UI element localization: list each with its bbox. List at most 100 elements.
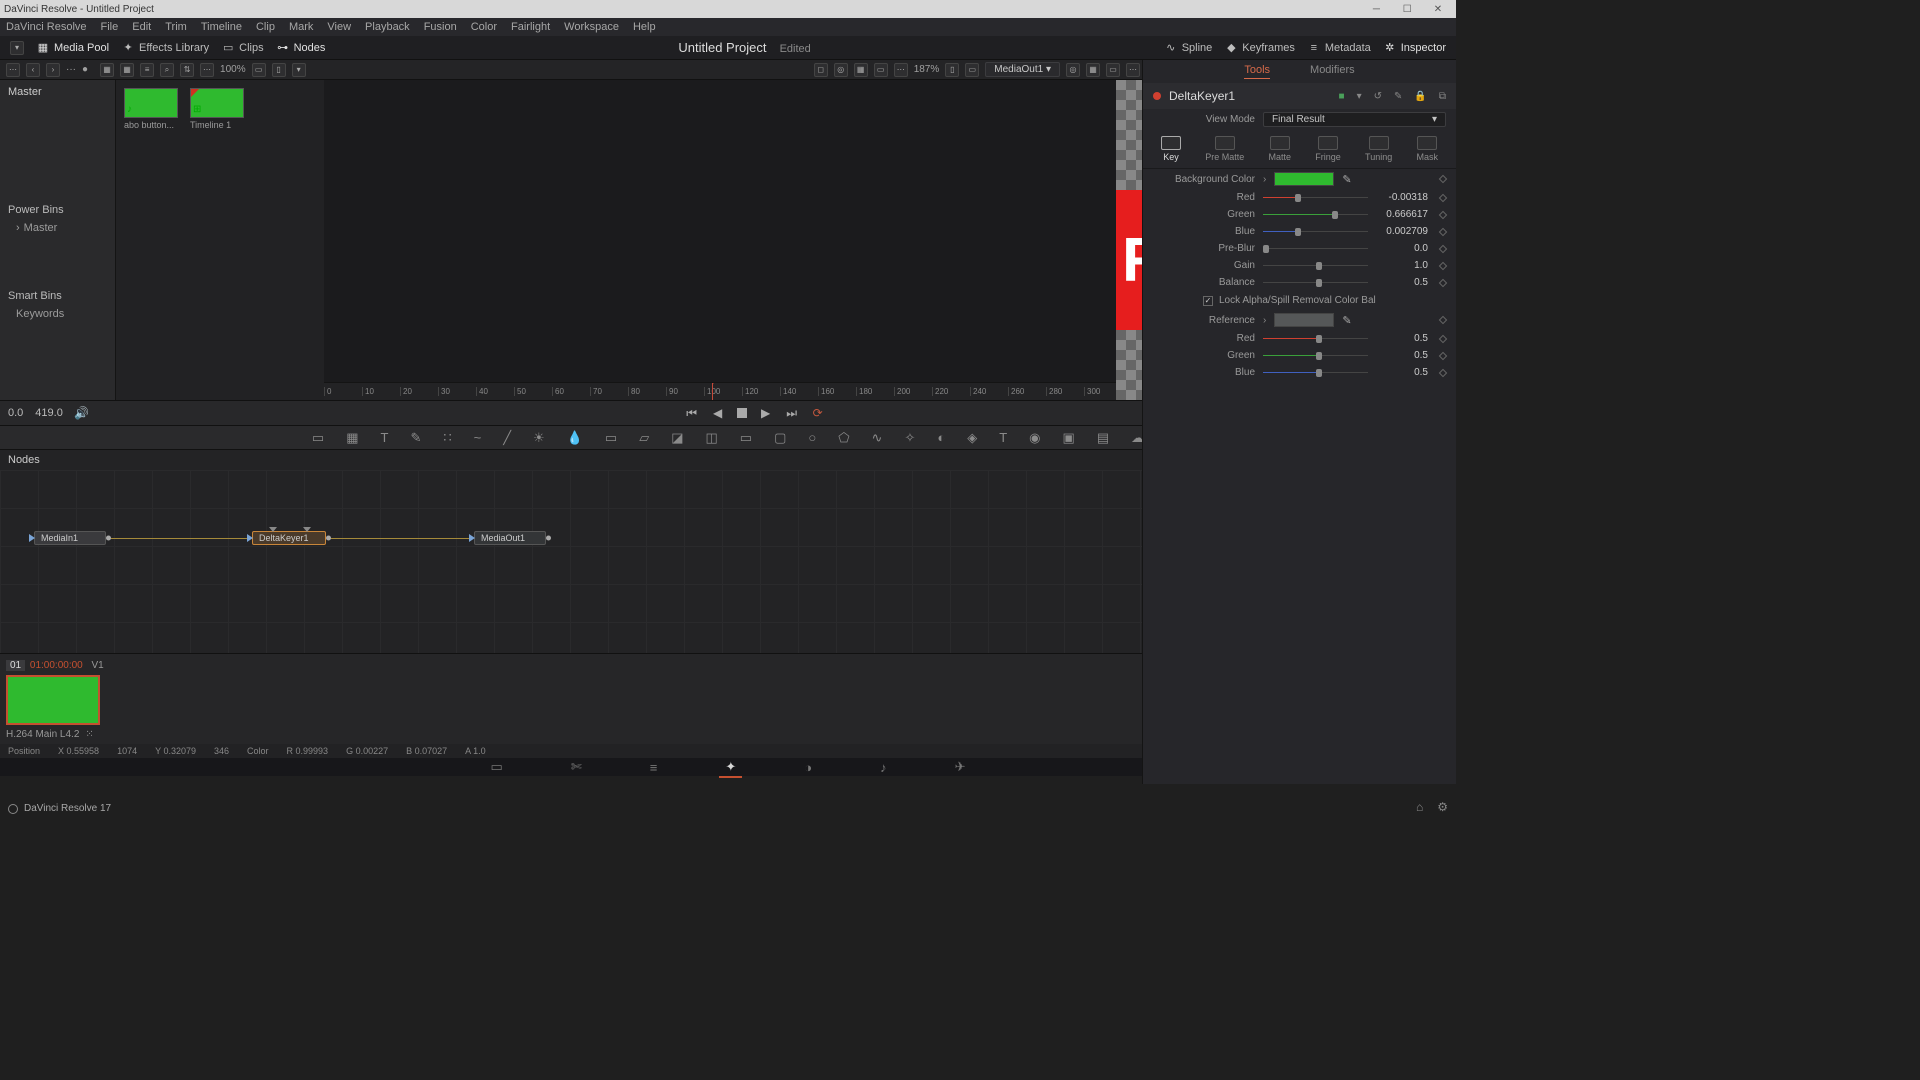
tool-shape3d-icon[interactable]: ◉ [1029,430,1040,446]
balance-slider[interactable] [1263,278,1368,288]
tool-text-icon[interactable]: T [380,430,388,445]
stop-icon[interactable] [737,408,747,418]
nodes-toggle[interactable]: ⊶ Nodes [276,41,326,55]
nav-back-icon[interactable]: ‹ [26,63,40,77]
tool-resize-icon[interactable]: ◫ [705,430,717,446]
ref-blue-slider[interactable] [1263,368,1368,378]
page-color-icon[interactable]: ◑ [804,760,812,775]
go-end-icon[interactable]: ⏭ [785,406,799,420]
menu-item[interactable]: Help [633,21,656,33]
red-slider[interactable] [1263,193,1368,203]
page-edit-icon[interactable]: ≡ [650,760,658,775]
keyframe-icon[interactable] [1439,368,1447,376]
red-value[interactable]: -0.00318 [1376,192,1432,203]
page-media-icon[interactable]: ▭ [491,759,503,775]
eyedropper-icon[interactable]: ✎ [1342,314,1351,327]
spline-toggle[interactable]: ∿ Spline [1164,41,1213,55]
expand-icon[interactable]: › [1263,315,1266,326]
home-icon[interactable]: ⌂ [1416,800,1423,814]
tool-rectangle-icon[interactable]: ▢ [774,430,786,446]
frame-icon[interactable]: ▭ [1106,63,1120,77]
keyframe-icon[interactable] [1439,351,1447,359]
tool-wand-icon[interactable]: ✧ [904,430,915,446]
go-start-icon[interactable]: ⏮ [685,406,699,420]
keyframe-icon[interactable] [1439,278,1447,286]
node-deltakeyer[interactable]: DeltaKeyer1 [252,531,326,545]
menu-item[interactable]: Edit [132,21,151,33]
dots2-icon[interactable]: ⋯ [1126,63,1140,77]
close-icon[interactable]: ✕ [1424,0,1452,18]
tool-ellipse-icon[interactable]: ○ [808,430,816,445]
list-view-icon[interactable]: ≡ [140,63,154,77]
menu-item[interactable]: Mark [289,21,313,33]
play-icon[interactable]: ▶ [759,406,773,420]
split-icon[interactable]: ▯ [272,63,286,77]
menu-item[interactable]: View [327,21,351,33]
project-settings-icon[interactable]: ⚙ [1437,800,1448,814]
tool-image3d-icon[interactable]: ▣ [1063,430,1075,446]
tool-mattecontrol-icon[interactable]: ◐ [937,430,945,445]
lock-alpha-row[interactable]: ✓ Lock Alpha/Spill Removal Color Bal [1143,291,1456,310]
nav-fwd-icon[interactable]: › [46,63,60,77]
clips-toggle[interactable]: ▭ Clips [221,41,263,55]
tool-fastnoise-icon[interactable]: ▦ [346,430,358,446]
tool-deltakeyer-icon[interactable]: ◈ [967,430,977,446]
menu-item[interactable]: File [101,21,119,33]
grid-b-icon[interactable]: ▦ [854,63,868,77]
view-mode-dropdown[interactable]: Final Result▾ [1263,112,1446,127]
menu-dots-icon[interactable]: ⋯ [200,63,214,77]
tool-blur-icon[interactable]: 💧 [567,430,583,446]
keyframe-icon[interactable] [1439,244,1447,252]
ref-green-value[interactable]: 0.5 [1376,350,1432,361]
tool-merge-icon[interactable]: ▭ [605,430,617,446]
green-value[interactable]: 0.666617 [1376,209,1432,220]
maximize-icon[interactable]: ☐ [1393,0,1421,18]
viewer-opt-icon[interactable]: ◻ [814,63,828,77]
search-icon[interactable]: ⌕ [160,63,174,77]
tool-tracker-icon[interactable]: ∷ [443,430,451,446]
subtab-prematte[interactable]: Pre Matte [1205,136,1244,162]
grid2-icon[interactable]: ▦ [1086,63,1100,77]
subtab-tuning[interactable]: Tuning [1365,136,1392,162]
balance-value[interactable]: 0.5 [1376,277,1432,288]
keyframes-toggle[interactable]: ◆ Keyframes [1224,41,1295,55]
menu-item[interactable]: Playback [365,21,410,33]
node-mediain[interactable]: MediaIn1 [34,531,106,545]
step-back-icon[interactable]: ◀ [711,406,725,420]
layout-menu-icon[interactable]: ▾ [10,41,24,55]
dual-icon[interactable]: ▭ [965,63,979,77]
media-pool-toggle[interactable]: ▦ Media Pool [36,41,109,55]
menu-item[interactable]: Timeline [201,21,242,33]
keyframe-icon[interactable] [1439,175,1447,183]
keyframe-icon[interactable] [1439,210,1447,218]
slider-dot[interactable]: ● [82,64,88,75]
settings-dots-icon[interactable]: ⁙ [85,729,93,740]
gain-value[interactable]: 1.0 [1376,260,1432,271]
grid-view-icon[interactable]: ▦ [120,63,134,77]
zoom-right-label[interactable]: 187% [914,64,940,75]
loop-icon[interactable]: ⟳ [811,406,825,420]
menu-item[interactable]: Clip [256,21,275,33]
menu-item[interactable]: Fusion [424,21,457,33]
node-mediaout[interactable]: MediaOut1 [474,531,546,545]
versions-icon[interactable]: ⧉ [1439,91,1446,102]
subtab-matte[interactable]: Matte [1269,136,1292,162]
speaker-icon[interactable]: 🔊 [75,406,89,420]
reference-swatch[interactable] [1274,313,1334,327]
playhead[interactable] [712,383,713,400]
gain-slider[interactable] [1263,261,1368,271]
keyframe-icon[interactable] [1439,316,1447,324]
power-bins-header[interactable]: Power Bins [0,200,115,220]
snap-icon[interactable]: ◎ [1066,63,1080,77]
blue-value[interactable]: 0.002709 [1376,226,1432,237]
bin-options-icon[interactable]: ⋯ [6,63,20,77]
master-bin[interactable]: Master [0,80,115,104]
ref-green-slider[interactable] [1263,351,1368,361]
inspector-toggle[interactable]: ✲ Inspector [1383,41,1446,55]
fit-icon[interactable]: ▭ [252,63,266,77]
menu-item[interactable]: Color [471,21,497,33]
bgcolor-swatch[interactable] [1274,172,1334,186]
lock-icon[interactable]: 🔒 [1414,91,1426,102]
chevron-down-icon[interactable]: ▾ [292,63,306,77]
smart-bins-header[interactable]: Smart Bins [0,286,115,306]
